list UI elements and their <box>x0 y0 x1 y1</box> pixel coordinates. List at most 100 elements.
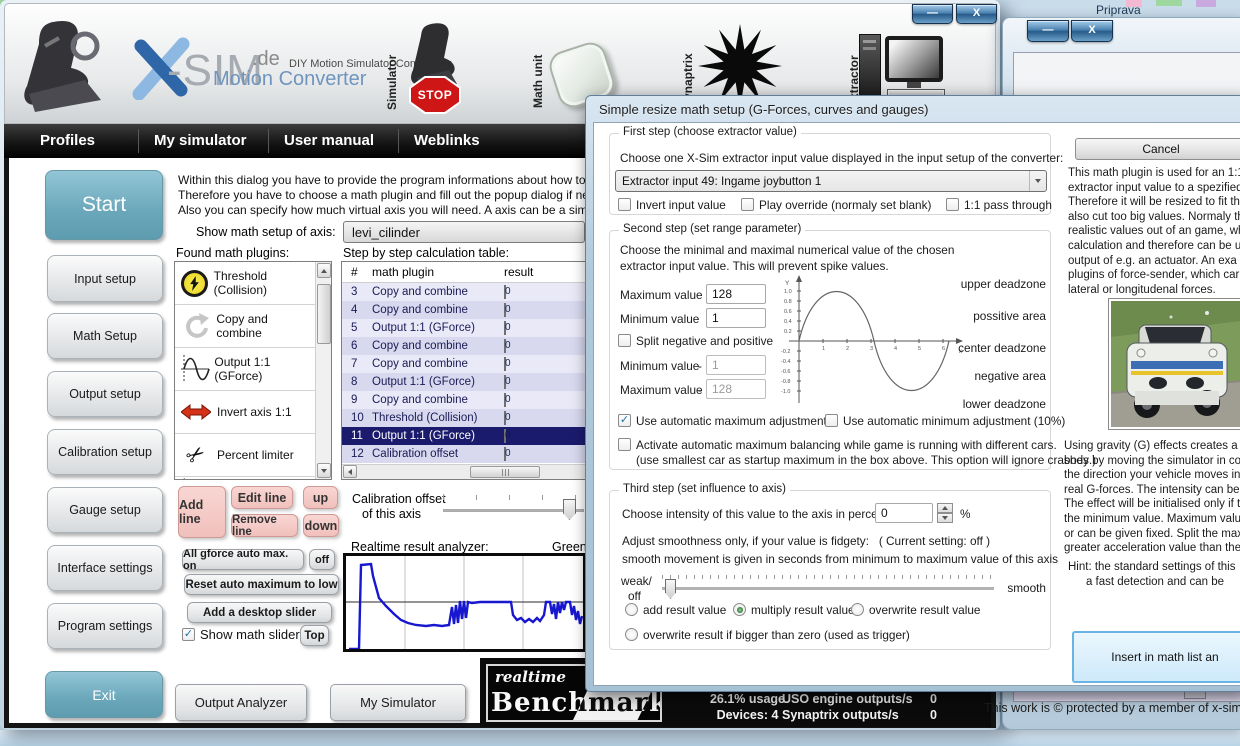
split-neg-pos-checkbox[interactable] <box>618 334 631 347</box>
spin-down-icon[interactable] <box>937 513 953 523</box>
calc-table: # math plugin result 3Copy and combine0 … <box>341 261 586 480</box>
plugin-item[interactable]: ✂ Percent limiter <box>175 434 315 477</box>
spin-up-icon[interactable] <box>937 503 953 513</box>
close-button[interactable]: X <box>956 4 997 24</box>
sidebar-program-settings-button[interactable]: Program settings <box>47 603 163 649</box>
min-value-input[interactable]: 1 <box>706 308 766 328</box>
auto-balance-checkbox[interactable] <box>618 438 631 451</box>
sidebar-calibration-setup-button[interactable]: Calibration setup <box>47 429 163 475</box>
show-math-sliders-checkbox[interactable] <box>182 628 195 641</box>
third-step-legend: Third step (set influence to axis) <box>619 483 790 495</box>
hint-line: Hint: the standard settings of this <box>1068 560 1240 575</box>
remove-line-button[interactable]: Remove line <box>231 514 298 537</box>
gforce-auto-max-on-button[interactable]: All gforce auto max. on <box>182 549 304 570</box>
svg-text:-1.0: -1.0 <box>781 389 790 395</box>
desktop-fragment <box>1156 0 1182 6</box>
add-desktop-slider-button[interactable]: Add a desktop slider <box>187 602 332 623</box>
sidebar-exit-button[interactable]: Exit <box>45 671 163 718</box>
minimize-icon: — <box>927 7 938 19</box>
table-row[interactable]: 3Copy and combine0 <box>342 283 585 301</box>
add-line-button[interactable]: Add line <box>178 486 226 538</box>
table-row[interactable]: 6Copy and combine0 <box>342 337 585 355</box>
menu-profiles[interactable]: Profiles <box>40 132 95 149</box>
plugin-item[interactable]: Output 1:1 (GForce) <box>175 348 315 391</box>
xsim-seat-logo-icon <box>15 16 119 116</box>
top-button[interactable]: Top <box>300 625 329 646</box>
calibration-slider-ticks <box>443 495 579 500</box>
table-row[interactable]: 10Threshold (Collision)0 <box>342 409 585 427</box>
plugins-scrollbar[interactable] <box>315 262 331 479</box>
close-button[interactable]: X <box>1071 20 1113 42</box>
table-row[interactable]: 12Calibration offset0 <box>342 445 585 463</box>
axis-selector-dropdown[interactable]: levi_cilinder <box>343 221 585 243</box>
plugin-item[interactable]: Threshold (Collision) <box>175 262 315 305</box>
auto-max-adjust-checkbox[interactable] <box>618 414 631 427</box>
cancel-button[interactable]: Cancel <box>1075 138 1240 160</box>
sidebar-start-button[interactable]: Start <box>45 170 163 240</box>
plugin-item-partial[interactable]: t <box>175 477 315 480</box>
play-override-label: Play override (normaly set blank) <box>759 198 931 212</box>
scroll-down-icon[interactable] <box>317 463 331 478</box>
table-row[interactable]: 5Output 1:1 (GForce)0 <box>342 319 585 337</box>
double-arrow-icon <box>175 403 217 421</box>
table-row[interactable]: 8Output 1:1 (GForce)0 <box>342 373 585 391</box>
minimize-button[interactable]: — <box>1027 20 1069 42</box>
plugin-item[interactable]: Copy and combine <box>175 305 315 348</box>
min2-value-label: Minimum value <box>620 359 699 373</box>
scroll-left-icon[interactable] <box>343 465 357 478</box>
scroll-up-icon[interactable] <box>317 263 331 278</box>
menu-weblinks[interactable]: Weblinks <box>414 132 480 149</box>
min2-value-input[interactable]: 1 <box>706 355 766 375</box>
move-down-button[interactable]: down <box>303 514 339 537</box>
smooth-slider-thumb[interactable] <box>665 579 676 599</box>
table-row-selected[interactable]: 11Output 1:1 (GForce)0 <box>342 427 585 445</box>
invert-input-checkbox[interactable] <box>618 198 631 211</box>
smooth-slider-track[interactable] <box>662 587 994 590</box>
my-simulator-button[interactable]: My Simulator <box>330 684 466 721</box>
sidebar-output-setup-button[interactable]: Output setup <box>47 371 163 417</box>
sidebar-gauge-setup-button[interactable]: Gauge setup <box>47 487 163 533</box>
intensity-input[interactable]: 0 <box>875 503 933 523</box>
pass-through-checkbox[interactable] <box>946 198 959 211</box>
insert-in-math-list-button[interactable]: Insert in math list an <box>1072 631 1240 683</box>
sidebar-input-setup-button[interactable]: Input setup <box>47 255 163 302</box>
intensity-stepper[interactable] <box>937 503 953 523</box>
gravity-description: Using gravity (G) effects creates abody … <box>1064 439 1240 556</box>
reset-auto-maximum-button[interactable]: Reset auto maximum to low <box>184 574 339 595</box>
scrollbar-thumb[interactable] <box>317 284 331 344</box>
scrollbar-thumb[interactable] <box>470 466 540 478</box>
calibration-slider-track[interactable] <box>443 509 584 512</box>
max2-value-input[interactable]: 128 <box>706 379 766 399</box>
minimize-button[interactable]: — <box>912 4 953 24</box>
calc-table-label: Step by step calculation table: <box>343 246 509 260</box>
sidebar-math-setup-button[interactable]: Math Setup <box>47 313 163 359</box>
table-hscrollbar[interactable] <box>342 464 585 479</box>
result-bar: 0 <box>504 303 506 317</box>
result-bar: 0 <box>504 375 506 389</box>
multiply-result-radio[interactable] <box>733 603 746 616</box>
overwrite-trigger-radio[interactable] <box>625 628 638 641</box>
edit-line-button[interactable]: Edit line <box>231 486 293 509</box>
table-row[interactable]: 4Copy and combine0 <box>342 301 585 319</box>
extractor-input-dropdown[interactable]: Extractor input 49: Ingame joybutton 1 <box>615 170 1047 192</box>
table-row[interactable]: 7Copy and combine0 <box>342 355 585 373</box>
output-analyzer-button[interactable]: Output Analyzer <box>175 684 307 721</box>
auto-min-adjust-checkbox[interactable] <box>825 414 838 427</box>
svg-text:0.8: 0.8 <box>784 299 792 305</box>
move-up-button[interactable]: up <box>303 486 338 509</box>
add-result-radio[interactable] <box>625 603 638 616</box>
play-override-checkbox[interactable] <box>741 198 754 211</box>
plugin-item[interactable]: Invert axis 1:1 <box>175 391 315 434</box>
logo-product: Motion Converter <box>213 68 366 91</box>
sidebar-interface-settings-button[interactable]: Interface settings <box>47 545 163 591</box>
intro-line: Within this dialog you have to provide t… <box>178 173 630 187</box>
svg-text:4: 4 <box>894 346 897 352</box>
max-value-input[interactable]: 128 <box>706 284 766 304</box>
overwrite-result-radio[interactable] <box>851 603 864 616</box>
table-row[interactable]: 9Copy and combine0 <box>342 391 585 409</box>
screen: Priprava — X This work is © protected by… <box>0 0 1240 746</box>
gforce-auto-max-off-button[interactable]: off <box>309 549 335 570</box>
menu-user-manual[interactable]: User manual <box>284 132 374 149</box>
menu-my-simulator[interactable]: My simulator <box>154 132 247 149</box>
third-step-group: Third step (set influence to axis) Choos… <box>609 490 1051 650</box>
